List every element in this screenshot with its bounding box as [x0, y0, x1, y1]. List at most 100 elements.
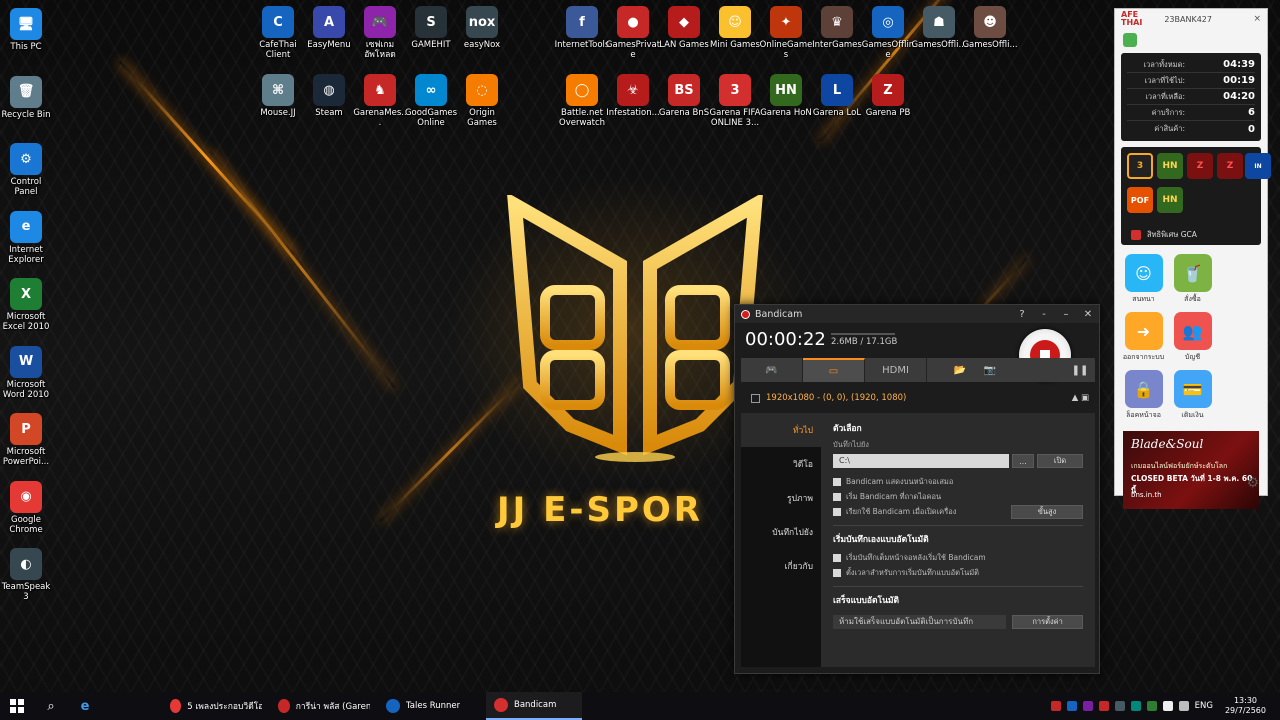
desktop-shortcut[interactable]: f InternetTools: [554, 6, 610, 50]
clock[interactable]: 13:30 29/7/2560: [1225, 696, 1266, 716]
desktop-shortcut[interactable]: e Internet Explorer: [0, 210, 54, 265]
gear-icon[interactable]: ⚙: [1246, 475, 1259, 491]
desktop-shortcut[interactable]: 🎮 เซฟเกมอัพโหลด: [352, 6, 408, 60]
window-options-icon[interactable]: ▲ ▣: [1072, 393, 1095, 403]
cafe-app-button[interactable]: 💳 เติมเงิน: [1168, 367, 1217, 425]
desktop-shortcut[interactable]: 🖥 This PC: [0, 8, 54, 52]
desktop-shortcut[interactable]: Z Garena PB: [860, 74, 916, 118]
tab-video[interactable]: วิดีโอ: [741, 447, 821, 481]
desktop-shortcut[interactable]: ◍ Steam: [301, 74, 357, 118]
desktop-shortcut[interactable]: ☣ Infestation...: [605, 74, 661, 118]
option-auto-fullscreen[interactable]: เริ่มบันทึกเต็มหน้าจอหลังเริ่มใช้ Bandic…: [833, 550, 1083, 565]
desktop-shortcut[interactable]: P Microsoft PowerPoi...: [0, 413, 54, 467]
hdmi-mode-icon[interactable]: HDMI: [865, 358, 927, 382]
screen-mode-icon[interactable]: ▭: [803, 358, 865, 382]
infestation-game-icon[interactable]: IN: [1245, 153, 1271, 179]
advanced-button[interactable]: ขั้นสูง: [1011, 504, 1083, 519]
auto-complete-field[interactable]: ห้ามใช้เสร็จแบบอัตโนมัติเป็นการบันทึก: [833, 615, 1007, 629]
desktop-shortcut[interactable]: HN Garena HoN: [758, 74, 814, 118]
tab-about[interactable]: เกี่ยวกับ: [741, 549, 821, 583]
start-button[interactable]: [0, 692, 34, 720]
resolution-row[interactable]: 1920x1080 - (0, 0), (1920, 1080) ▲ ▣: [741, 389, 1095, 407]
desktop-shortcut[interactable]: ◆ LAN Games: [656, 6, 712, 50]
desktop-shortcut[interactable]: ∞ GoodGames Online: [403, 74, 459, 128]
taskbar-item[interactable]: Bandicam: [486, 692, 582, 720]
desktop-shortcut[interactable]: ☗ GamesOffli...: [911, 6, 967, 50]
tab-output[interactable]: บันทึกไปยัง: [741, 515, 821, 549]
desktop-shortcut[interactable]: ◉ Google Chrome: [0, 480, 54, 535]
taskbar-item[interactable]: การีน่า พลัส (Garena...: [270, 692, 378, 720]
desktop-shortcut[interactable]: ⚙ Control Panel: [0, 143, 54, 197]
desktop-shortcut[interactable]: ☻ GamesOffli...: [962, 6, 1018, 50]
tray-app-icon[interactable]: [1146, 701, 1157, 711]
desktop-shortcut[interactable]: 3 Garena FIFA ONLINE 3...: [707, 74, 763, 128]
desktop-shortcut[interactable]: nox easyNox: [454, 6, 510, 50]
pause-icon[interactable]: ❚❚: [1065, 358, 1095, 382]
taskbar-item[interactable]: 5 เพลงประกอบวิดีโอเพ...: [162, 692, 270, 720]
cafe-app-button[interactable]: 🔒 ล็อคหน้าจอ: [1119, 367, 1168, 425]
camera-icon[interactable]: 📷: [975, 358, 1005, 382]
network-icon[interactable]: [1162, 701, 1173, 711]
option-always-on-top[interactable]: Bandicam แสดงบนหน้าจอเสมอ: [833, 474, 1083, 489]
edge-icon[interactable]: e: [68, 692, 102, 720]
cafe-app-button[interactable]: 👥 บัญชี: [1168, 309, 1217, 367]
taskbar-item[interactable]: Tales Runner: [378, 692, 486, 720]
desktop-shortcut[interactable]: ♞ GarenaMes...: [352, 74, 408, 128]
option-run-startup[interactable]: เรียกใช้ Bandicam เมื่อเปิดเครื่อง ขั้นส…: [833, 504, 1083, 519]
desktop-shortcut[interactable]: 🗑 Recycle Bin: [0, 75, 54, 120]
tray-bandicam-icon[interactable]: [1050, 701, 1061, 711]
desktop-shortcut[interactable]: ◯ Battle.net Overwatch: [554, 74, 610, 128]
cafe-app-button[interactable]: 🥤 สั่งซื้อ: [1168, 251, 1217, 309]
resolution-checkbox[interactable]: [751, 393, 760, 403]
hon2-game-icon[interactable]: HN: [1157, 187, 1183, 213]
language-indicator[interactable]: ENG: [1195, 701, 1213, 711]
settings-button[interactable]: การตั้งค่า: [1012, 615, 1083, 629]
volume-icon[interactable]: [1178, 701, 1189, 711]
desktop-shortcut[interactable]: BS Garena BnS: [656, 74, 712, 118]
gca-label[interactable]: สิทธิพิเศษ GCA: [1147, 229, 1197, 241]
minimize-tray-icon[interactable]: -: [1033, 309, 1055, 320]
tray-garena-icon[interactable]: [1098, 701, 1109, 711]
bandicam-window[interactable]: Bandicam ? - – ✕ 00:00:22 2.6MB / 17.1GB…: [734, 304, 1100, 674]
close-icon[interactable]: ✕: [1077, 309, 1099, 320]
pb-game-icon[interactable]: Z: [1187, 153, 1213, 179]
folder-icon[interactable]: 📂: [945, 358, 975, 382]
desktop-shortcut[interactable]: X Microsoft Excel 2010: [0, 278, 54, 332]
browse-button[interactable]: ...: [1012, 454, 1034, 468]
desktop-shortcut[interactable]: ◌ Origin Games: [454, 74, 510, 128]
option-start-tray[interactable]: เริ่ม Bandicam ที่ถาดไอคอน: [833, 489, 1083, 504]
bandicam-titlebar[interactable]: Bandicam ? - – ✕: [735, 305, 1099, 323]
desktop-shortcut[interactable]: ● GamesPrivate: [605, 6, 661, 60]
pof-game-icon[interactable]: POF: [1127, 187, 1153, 213]
pb2-game-icon[interactable]: Z: [1217, 153, 1243, 179]
desktop-shortcut[interactable]: W Microsoft Word 2010: [0, 345, 54, 400]
desktop-shortcut[interactable]: ☺ Mini Games: [707, 6, 763, 50]
desktop-shortcut[interactable]: S GAMEHIT: [403, 6, 459, 50]
blade-soul-banner[interactable]: Blade&Soul เกมออนไลน์ฟอร์มยักษ์ระดับโลก …: [1123, 431, 1259, 509]
desktop-shortcut[interactable]: ◎ GamesOffline: [860, 6, 916, 60]
desktop-shortcut[interactable]: C CafeThai Client: [250, 6, 306, 60]
help-button[interactable]: ?: [1011, 309, 1033, 320]
cafethai-panel[interactable]: AFE THAI 23BANK427 × เวลาทั้งหมด: 04:39 เวล…: [1114, 8, 1271, 509]
desktop-shortcut[interactable]: A EasyMenu: [301, 6, 357, 50]
output-path-field[interactable]: C:\: [833, 454, 1009, 468]
desktop-shortcut[interactable]: ⌘ Mouse.JJ: [250, 74, 306, 118]
cafe-app-button[interactable]: ☺ สนทนา: [1119, 251, 1168, 309]
desktop-shortcut[interactable]: L Garena LoL: [809, 74, 865, 118]
hon-game-icon[interactable]: HN: [1157, 153, 1183, 179]
search-icon[interactable]: ⌕: [34, 692, 68, 720]
minimize-icon[interactable]: –: [1055, 309, 1077, 320]
tray-app-icon[interactable]: [1066, 701, 1077, 711]
open-button[interactable]: เปิด: [1037, 454, 1083, 468]
desktop-shortcut[interactable]: ♛ InterGames: [809, 6, 865, 50]
tray-app-icon[interactable]: [1114, 701, 1125, 711]
desktop-shortcut[interactable]: ◐ TeamSpeak 3: [0, 548, 54, 602]
tray-app-icon[interactable]: [1082, 701, 1093, 711]
desktop-shortcut[interactable]: ✦ OnlineGames: [758, 6, 814, 60]
tray-app-icon[interactable]: [1130, 701, 1141, 711]
game-mode-icon[interactable]: 🎮: [741, 358, 803, 382]
close-icon[interactable]: ×: [1253, 14, 1261, 24]
tab-general[interactable]: ทั่วไป: [741, 413, 821, 447]
cafe-app-button[interactable]: ➜ ออกจากระบบ: [1119, 309, 1168, 367]
tab-image[interactable]: รูปภาพ: [741, 481, 821, 515]
